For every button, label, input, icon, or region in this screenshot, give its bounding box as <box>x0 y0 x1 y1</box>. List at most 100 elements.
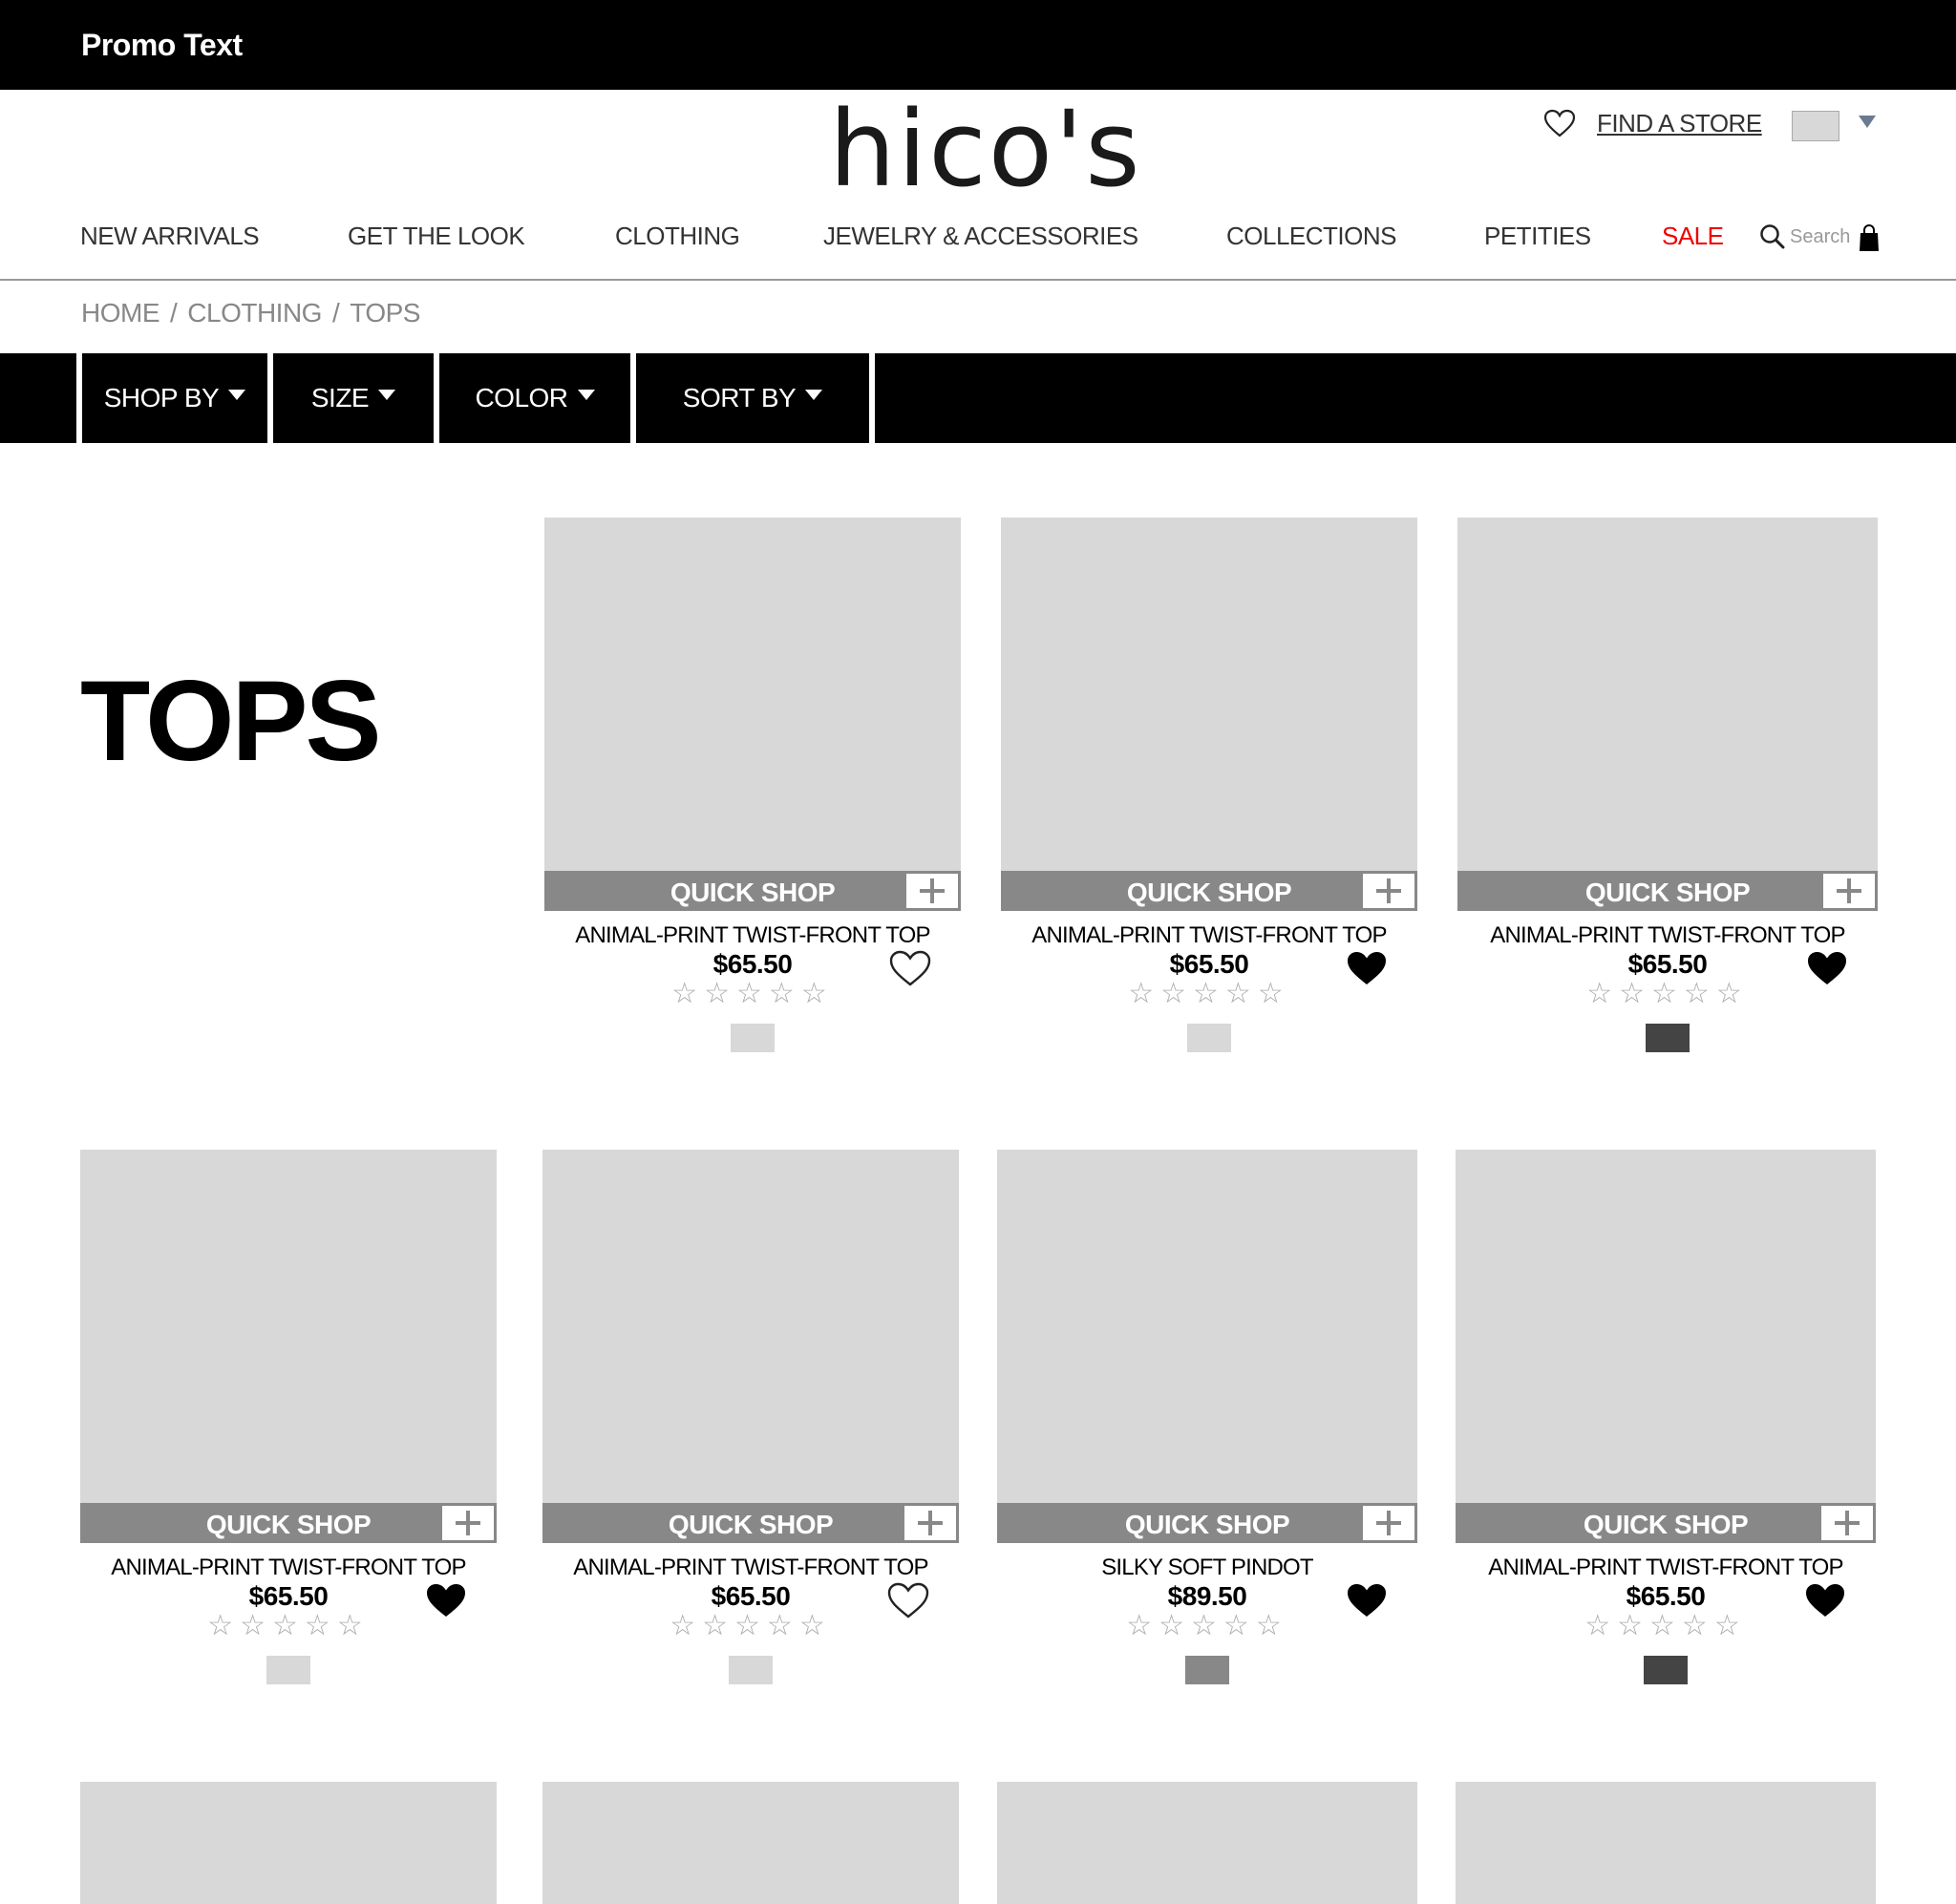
product-name[interactable]: ANIMAL-PRINT TWIST-FRONT TOP <box>1456 1555 1876 1581</box>
product-card[interactable]: QUICK SHOP ANIMAL-PRINT TWIST-FRONT TOP $6… <box>1457 518 1878 1052</box>
quick-shop-label: QUICK SHOP <box>668 1510 834 1539</box>
color-swatch[interactable] <box>1646 1024 1690 1052</box>
quick-shop-label: QUICK SHOP <box>1583 1510 1749 1539</box>
quick-shop-button[interactable]: QUICK SHOP <box>544 871 961 911</box>
product-name[interactable]: ANIMAL-PRINT TWIST-FRONT TOP <box>544 922 961 949</box>
nav-item-sale[interactable]: SALE <box>1662 222 1724 251</box>
wishlist-heart-icon[interactable] <box>1543 109 1576 138</box>
promo-bar: Promo Text <box>0 0 1956 90</box>
color-swatch[interactable] <box>1644 1656 1688 1684</box>
product-card[interactable]: QUICK SHOP SILKY SOFT PINDOT $89.50 ☆☆☆☆☆ <box>997 1150 1417 1684</box>
breadcrumb-home[interactable]: HOME <box>81 298 160 328</box>
breadcrumb-separator: / <box>331 298 340 328</box>
plus-icon[interactable] <box>1823 874 1875 908</box>
country-flag[interactable] <box>1792 111 1839 141</box>
plus-icon[interactable] <box>906 874 958 908</box>
rating-stars: ☆☆☆☆☆ <box>1586 978 1749 1009</box>
filter-color[interactable]: COLOR <box>434 353 630 443</box>
nav-item-get-the-look[interactable]: GET THE LOOK <box>348 222 525 251</box>
product-image[interactable]: QUICK SHOP <box>997 1150 1417 1543</box>
filter-color-label: COLOR <box>475 383 568 413</box>
logo-mark: hico's <box>829 88 1142 210</box>
find-a-store-link[interactable]: FIND A STORE <box>1597 109 1762 138</box>
rating-stars: ☆☆☆☆☆ <box>1128 978 1290 1009</box>
quick-shop-button[interactable]: QUICK SHOP <box>542 1503 959 1543</box>
filter-divider <box>869 353 875 443</box>
product-name[interactable]: ANIMAL-PRINT TWIST-FRONT TOP <box>1457 922 1878 949</box>
quick-shop-button[interactable]: QUICK SHOP <box>1456 1503 1876 1543</box>
nav-divider <box>0 279 1956 281</box>
caret-down-icon <box>577 389 595 400</box>
main-nav: NEW ARRIVALS GET THE LOOK CLOTHING JEWEL… <box>0 222 1956 279</box>
quick-shop-label: QUICK SHOP <box>205 1510 372 1539</box>
color-swatch[interactable] <box>731 1024 775 1052</box>
product-image[interactable]: QUICK SHOP <box>1457 518 1878 911</box>
nav-item-petities[interactable]: PETITIES <box>1484 222 1591 251</box>
filter-size-label: SIZE <box>310 383 370 413</box>
search-placeholder: Search <box>1790 225 1851 247</box>
breadcrumb-separator: / <box>170 298 178 328</box>
quick-shop-button[interactable]: QUICK SHOP <box>1457 871 1878 911</box>
nav-item-new-arrivals[interactable]: NEW ARRIVALS <box>80 222 260 251</box>
breadcrumb-tops: TOPS <box>350 298 420 328</box>
rating-stars: ☆☆☆☆☆ <box>671 978 834 1009</box>
nav-item-jewelry-accessories[interactable]: JEWELRY & ACCESSORIES <box>823 222 1138 251</box>
breadcrumb-clothing[interactable]: CLOTHING <box>187 298 322 328</box>
quick-shop-button[interactable]: QUICK SHOP <box>1001 871 1417 911</box>
product-image-placeholder[interactable] <box>80 1782 497 1904</box>
product-image[interactable]: QUICK SHOP <box>80 1150 497 1543</box>
quick-shop-button[interactable]: QUICK SHOP <box>80 1503 497 1543</box>
caret-down-icon <box>228 389 246 400</box>
product-card[interactable]: QUICK SHOP ANIMAL-PRINT TWIST-FRONT TOP $6… <box>542 1150 959 1684</box>
color-swatch[interactable] <box>1185 1656 1229 1684</box>
filter-size[interactable]: SIZE <box>267 353 434 443</box>
product-name[interactable]: ANIMAL-PRINT TWIST-FRONT TOP <box>1001 922 1417 949</box>
chevron-down-icon[interactable] <box>1859 116 1876 128</box>
nav-item-collections[interactable]: COLLECTIONS <box>1226 222 1397 251</box>
quick-shop-label: QUICK SHOP <box>1584 878 1751 907</box>
product-card[interactable]: QUICK SHOP ANIMAL-PRINT TWIST-FRONT TOP $6… <box>544 518 961 1052</box>
nav-item-clothing[interactable]: CLOTHING <box>615 222 740 251</box>
product-image[interactable]: QUICK SHOP <box>1001 518 1417 911</box>
product-image[interactable]: QUICK SHOP <box>544 518 961 911</box>
rating-stars: ☆☆☆☆☆ <box>670 1610 832 1641</box>
filter-sort-by[interactable]: SORT BY <box>630 353 869 443</box>
product-image[interactable]: QUICK SHOP <box>542 1150 959 1543</box>
product-image-placeholder[interactable] <box>997 1782 1417 1904</box>
shopping-bag-icon[interactable] <box>1859 223 1880 252</box>
color-swatch[interactable] <box>729 1656 773 1684</box>
plus-icon[interactable] <box>1363 1506 1414 1540</box>
product-name[interactable]: ANIMAL-PRINT TWIST-FRONT TOP <box>80 1555 497 1581</box>
caret-down-icon <box>805 389 823 400</box>
rating-stars: ☆☆☆☆☆ <box>1584 1610 1747 1641</box>
product-image-placeholder[interactable] <box>542 1782 959 1904</box>
breadcrumb: HOME / CLOTHING / TOPS <box>81 298 420 328</box>
brand-logo[interactable]: hico's <box>821 88 1165 210</box>
quick-shop-button[interactable]: QUICK SHOP <box>997 1503 1417 1543</box>
color-swatch[interactable] <box>266 1656 310 1684</box>
product-image[interactable]: QUICK SHOP <box>1456 1150 1876 1543</box>
quick-shop-label: QUICK SHOP <box>1124 1510 1290 1539</box>
filter-sort-by-label: SORT BY <box>682 383 797 413</box>
product-card[interactable]: QUICK SHOP ANIMAL-PRINT TWIST-FRONT TOP $6… <box>1456 1150 1876 1684</box>
product-name[interactable]: ANIMAL-PRINT TWIST-FRONT TOP <box>542 1555 959 1581</box>
page-title: TOPS <box>80 657 382 785</box>
quick-shop-label: QUICK SHOP <box>1126 878 1292 907</box>
search-box[interactable]: Search <box>1759 223 1850 250</box>
product-name[interactable]: SILKY SOFT PINDOT <box>997 1555 1417 1581</box>
plus-icon[interactable] <box>1821 1506 1873 1540</box>
color-swatch[interactable] <box>1187 1024 1231 1052</box>
filter-bar: SHOP BY SIZE COLOR SORT BY <box>0 353 1956 443</box>
plus-icon[interactable] <box>1363 874 1414 908</box>
svg-text:hico's: hico's <box>829 101 1142 197</box>
rating-stars: ☆☆☆☆☆ <box>1126 1610 1288 1641</box>
product-card[interactable]: QUICK SHOP ANIMAL-PRINT TWIST-FRONT TOP $6… <box>1001 518 1417 1052</box>
product-card[interactable]: QUICK SHOP ANIMAL-PRINT TWIST-FRONT TOP $6… <box>80 1150 497 1684</box>
search-icon <box>1760 224 1785 249</box>
product-image-placeholder[interactable] <box>1456 1782 1876 1904</box>
rating-stars: ☆☆☆☆☆ <box>207 1610 370 1641</box>
caret-down-icon <box>378 389 396 400</box>
plus-icon[interactable] <box>442 1506 494 1540</box>
plus-icon[interactable] <box>904 1506 956 1540</box>
filter-shop-by[interactable]: SHOP BY <box>76 353 267 443</box>
